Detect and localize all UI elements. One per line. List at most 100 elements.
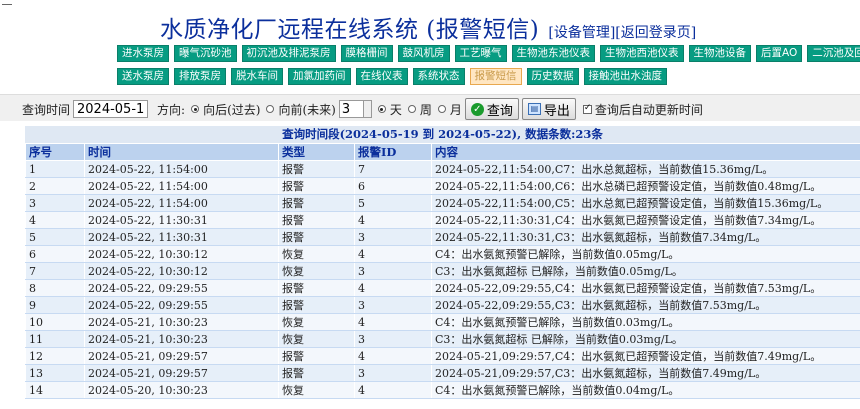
table-row[interactable]: 11 2024-05-21, 10:30:23 恢复 3 C3：出水氨氮超标 已解除，当…: [25, 330, 860, 348]
cell-time: 2024-05-22, 10:30:12: [84, 262, 279, 280]
cell-content: 2024-05-22,11:30:31,C4：出水氨氮已超预警设定值，当前数值7…: [431, 211, 860, 229]
nav-button[interactable]: 二沉池及回流泵房: [807, 45, 860, 62]
cell-content: 2024-05-22,11:30:31,C3：出水氨氮超标，当前数值7.34mg…: [431, 228, 860, 246]
export-button[interactable]: ▤ 导出: [521, 98, 576, 120]
cell-time: 2024-05-22, 09:29:55: [84, 296, 279, 314]
export-icon: ▤: [527, 103, 541, 115]
cell-alarm-id: 3: [354, 228, 432, 246]
col-header-content[interactable]: 内容: [431, 143, 860, 161]
radio-after-label: 向后(过去): [203, 102, 261, 117]
nav-button[interactable]: 在线仪表: [355, 68, 408, 85]
radio-month[interactable]: [437, 105, 446, 113]
nav-button[interactable]: 生物池东池仪表: [511, 45, 595, 62]
cell-type: 报警: [278, 296, 355, 314]
col-header-type[interactable]: 类型: [278, 143, 355, 161]
direction-label: 方向:: [157, 102, 186, 117]
cell-alarm-id: 4: [354, 245, 432, 263]
export-button-label: 导出: [543, 103, 570, 119]
nav-button[interactable]: 初沉池及排泥泵房: [241, 45, 336, 62]
nav-button[interactable]: 排放泵房: [174, 68, 226, 85]
table-row[interactable]: 9 2024-05-22, 09:29:55 报警 3 2024-05-22,09:29…: [25, 296, 860, 314]
nav-button[interactable]: 接触池出水浊度: [583, 68, 667, 85]
table-row[interactable]: 10 2024-05-21, 10:30:23 恢复 4 C4：出水氨氮预警已解除，当前…: [25, 313, 860, 331]
browser-top-strip: [0, 0, 860, 8]
cell-type: 恢复: [278, 245, 355, 263]
table-row[interactable]: 8 2024-05-22, 09:29:55 报警 4 2024-05-22,09:29…: [25, 279, 860, 297]
table-row[interactable]: 3 2024-05-22, 11:54:00 报警 5 2024-05-22,11:54…: [25, 194, 860, 212]
nav-button[interactable]: 鼓风机房: [397, 45, 450, 62]
table-row[interactable]: 12 2024-05-21, 09:29:57 报警 4 2024-05-21,09:2…: [25, 347, 860, 365]
table-row[interactable]: 2 2024-05-22, 11:54:00 报警 6 2024-05-22,11:54…: [25, 177, 860, 195]
page-title: 水质净化厂远程在线系统 (报警短信): [160, 17, 540, 43]
cell-type: 报警: [278, 211, 355, 229]
cell-index: 14: [25, 381, 85, 399]
cell-type: 报警: [278, 228, 355, 246]
cell-time: 2024-05-21, 09:29:57: [84, 347, 279, 365]
cell-alarm-id: 4: [354, 381, 432, 399]
cell-alarm-id: 6: [354, 177, 432, 195]
cell-content: C3：出水氨氮超标 已解除，当前数值0.03mg/L。: [431, 330, 860, 348]
header-links: [设备管理][返回登录页]: [548, 25, 696, 41]
minimize-icon[interactable]: [2, 0, 12, 5]
radio-week-label: 周: [419, 102, 432, 117]
table-row[interactable]: 13 2024-05-21, 09:29:57 报警 3 2024-05-21,09:2…: [25, 364, 860, 382]
table-row[interactable]: 4 2024-05-22, 11:30:31 报警 4 2024-05-22,11:30…: [25, 211, 860, 229]
nav-button[interactable]: 送水泵房: [117, 68, 169, 85]
nav-button[interactable]: 工艺曝气: [454, 45, 507, 62]
header-link-device-return[interactable]: [设备管理][返回登录页]: [548, 25, 696, 41]
nav-button[interactable]: 系统状态: [412, 68, 465, 85]
col-header-alarm-id[interactable]: 报警ID: [354, 143, 432, 161]
nav-button[interactable]: 进水泵房: [117, 45, 169, 62]
count-spinner[interactable]: [363, 100, 372, 118]
cell-alarm-id: 3: [354, 364, 432, 382]
query-button[interactable]: ✓ 查询: [464, 98, 519, 120]
cell-time: 2024-05-22, 10:30:12: [84, 245, 279, 263]
radio-week[interactable]: [407, 105, 416, 113]
cell-index: 13: [25, 364, 85, 382]
nav-button[interactable]: 加氯加药间: [288, 68, 351, 85]
radio-after[interactable]: [191, 105, 200, 113]
cell-index: 11: [25, 330, 85, 348]
table-row[interactable]: 6 2024-05-22, 10:30:12 恢复 4 C4：出水氨氮预警已解除，当前数…: [25, 245, 860, 263]
table-row[interactable]: 7 2024-05-22, 10:30:12 恢复 3 C3：出水氨氮超标 已解除，当前…: [25, 262, 860, 280]
radio-day-label: 天: [389, 102, 402, 117]
nav-button[interactable]: 后置AO: [756, 45, 803, 62]
cell-index: 12: [25, 347, 85, 365]
col-header-index[interactable]: 序号: [25, 143, 85, 161]
cell-index: 6: [25, 245, 85, 263]
cell-type: 报警: [278, 347, 355, 365]
result-summary: 查询时间段(2024-05-19 到 2024-05-22), 数据条数:23条: [25, 126, 860, 143]
cell-time: 2024-05-22, 11:30:31: [84, 211, 279, 229]
cell-alarm-id: 3: [354, 296, 432, 314]
nav-button[interactable]: 历史数据: [526, 68, 579, 85]
cell-index: 1: [25, 160, 85, 178]
nav-button[interactable]: 生物池设备: [688, 45, 751, 62]
radio-before[interactable]: [266, 105, 275, 113]
nav-button[interactable]: 曝气沉砂池: [174, 45, 237, 62]
cell-content: 2024-05-22,11:54:00,C7：出水总氮超标，当前数值15.36m…: [431, 160, 860, 178]
radio-day[interactable]: [377, 105, 386, 113]
table-row[interactable]: 14 2024-05-20, 10:30:23 恢复 4 C4：出水氨氮预警已解除，当前…: [25, 381, 860, 399]
cell-time: 2024-05-22, 11:54:00: [84, 194, 279, 212]
nav-button[interactable]: 膜格栅间: [340, 45, 393, 62]
cell-time: 2024-05-21, 10:30:23: [84, 313, 279, 331]
nav-button[interactable]: 生物池西池仪表: [600, 45, 684, 62]
cell-type: 报警: [278, 160, 355, 178]
cell-alarm-id: 4: [354, 279, 432, 297]
cell-index: 4: [25, 211, 85, 229]
nav-button[interactable]: 报警短信: [469, 68, 522, 85]
table-row[interactable]: 5 2024-05-22, 11:30:31 报警 3 2024-05-22,11:30…: [25, 228, 860, 246]
count-input[interactable]: [338, 100, 364, 118]
cell-time: 2024-05-22, 09:29:55: [84, 279, 279, 297]
cell-time: 2024-05-21, 10:30:23: [84, 330, 279, 348]
date-input[interactable]: [73, 100, 149, 118]
table-row[interactable]: 1 2024-05-22, 11:54:00 报警 7 2024-05-22,11:54…: [25, 160, 860, 178]
auto-update-label: 查询后自动更新时间: [594, 102, 703, 117]
nav-button[interactable]: 脱水车间: [231, 68, 283, 85]
cell-time: 2024-05-22, 11:54:00: [84, 160, 279, 178]
col-header-time[interactable]: 时间: [84, 143, 279, 161]
nav-row-1: 进水泵房 曝气沉砂池 初沉池及排泥泵房 膜格栅间 鼓风机房 工艺曝气 生物池东池仪表 生物池西…: [117, 45, 860, 62]
cell-type: 报警: [278, 177, 355, 195]
query-bar: 查询时间 方向: 向后(过去) 向前(未来) 天 周 月 ✓ 查询 ▤ 导出 查…: [0, 94, 860, 121]
auto-update-checkbox[interactable]: [582, 103, 592, 114]
